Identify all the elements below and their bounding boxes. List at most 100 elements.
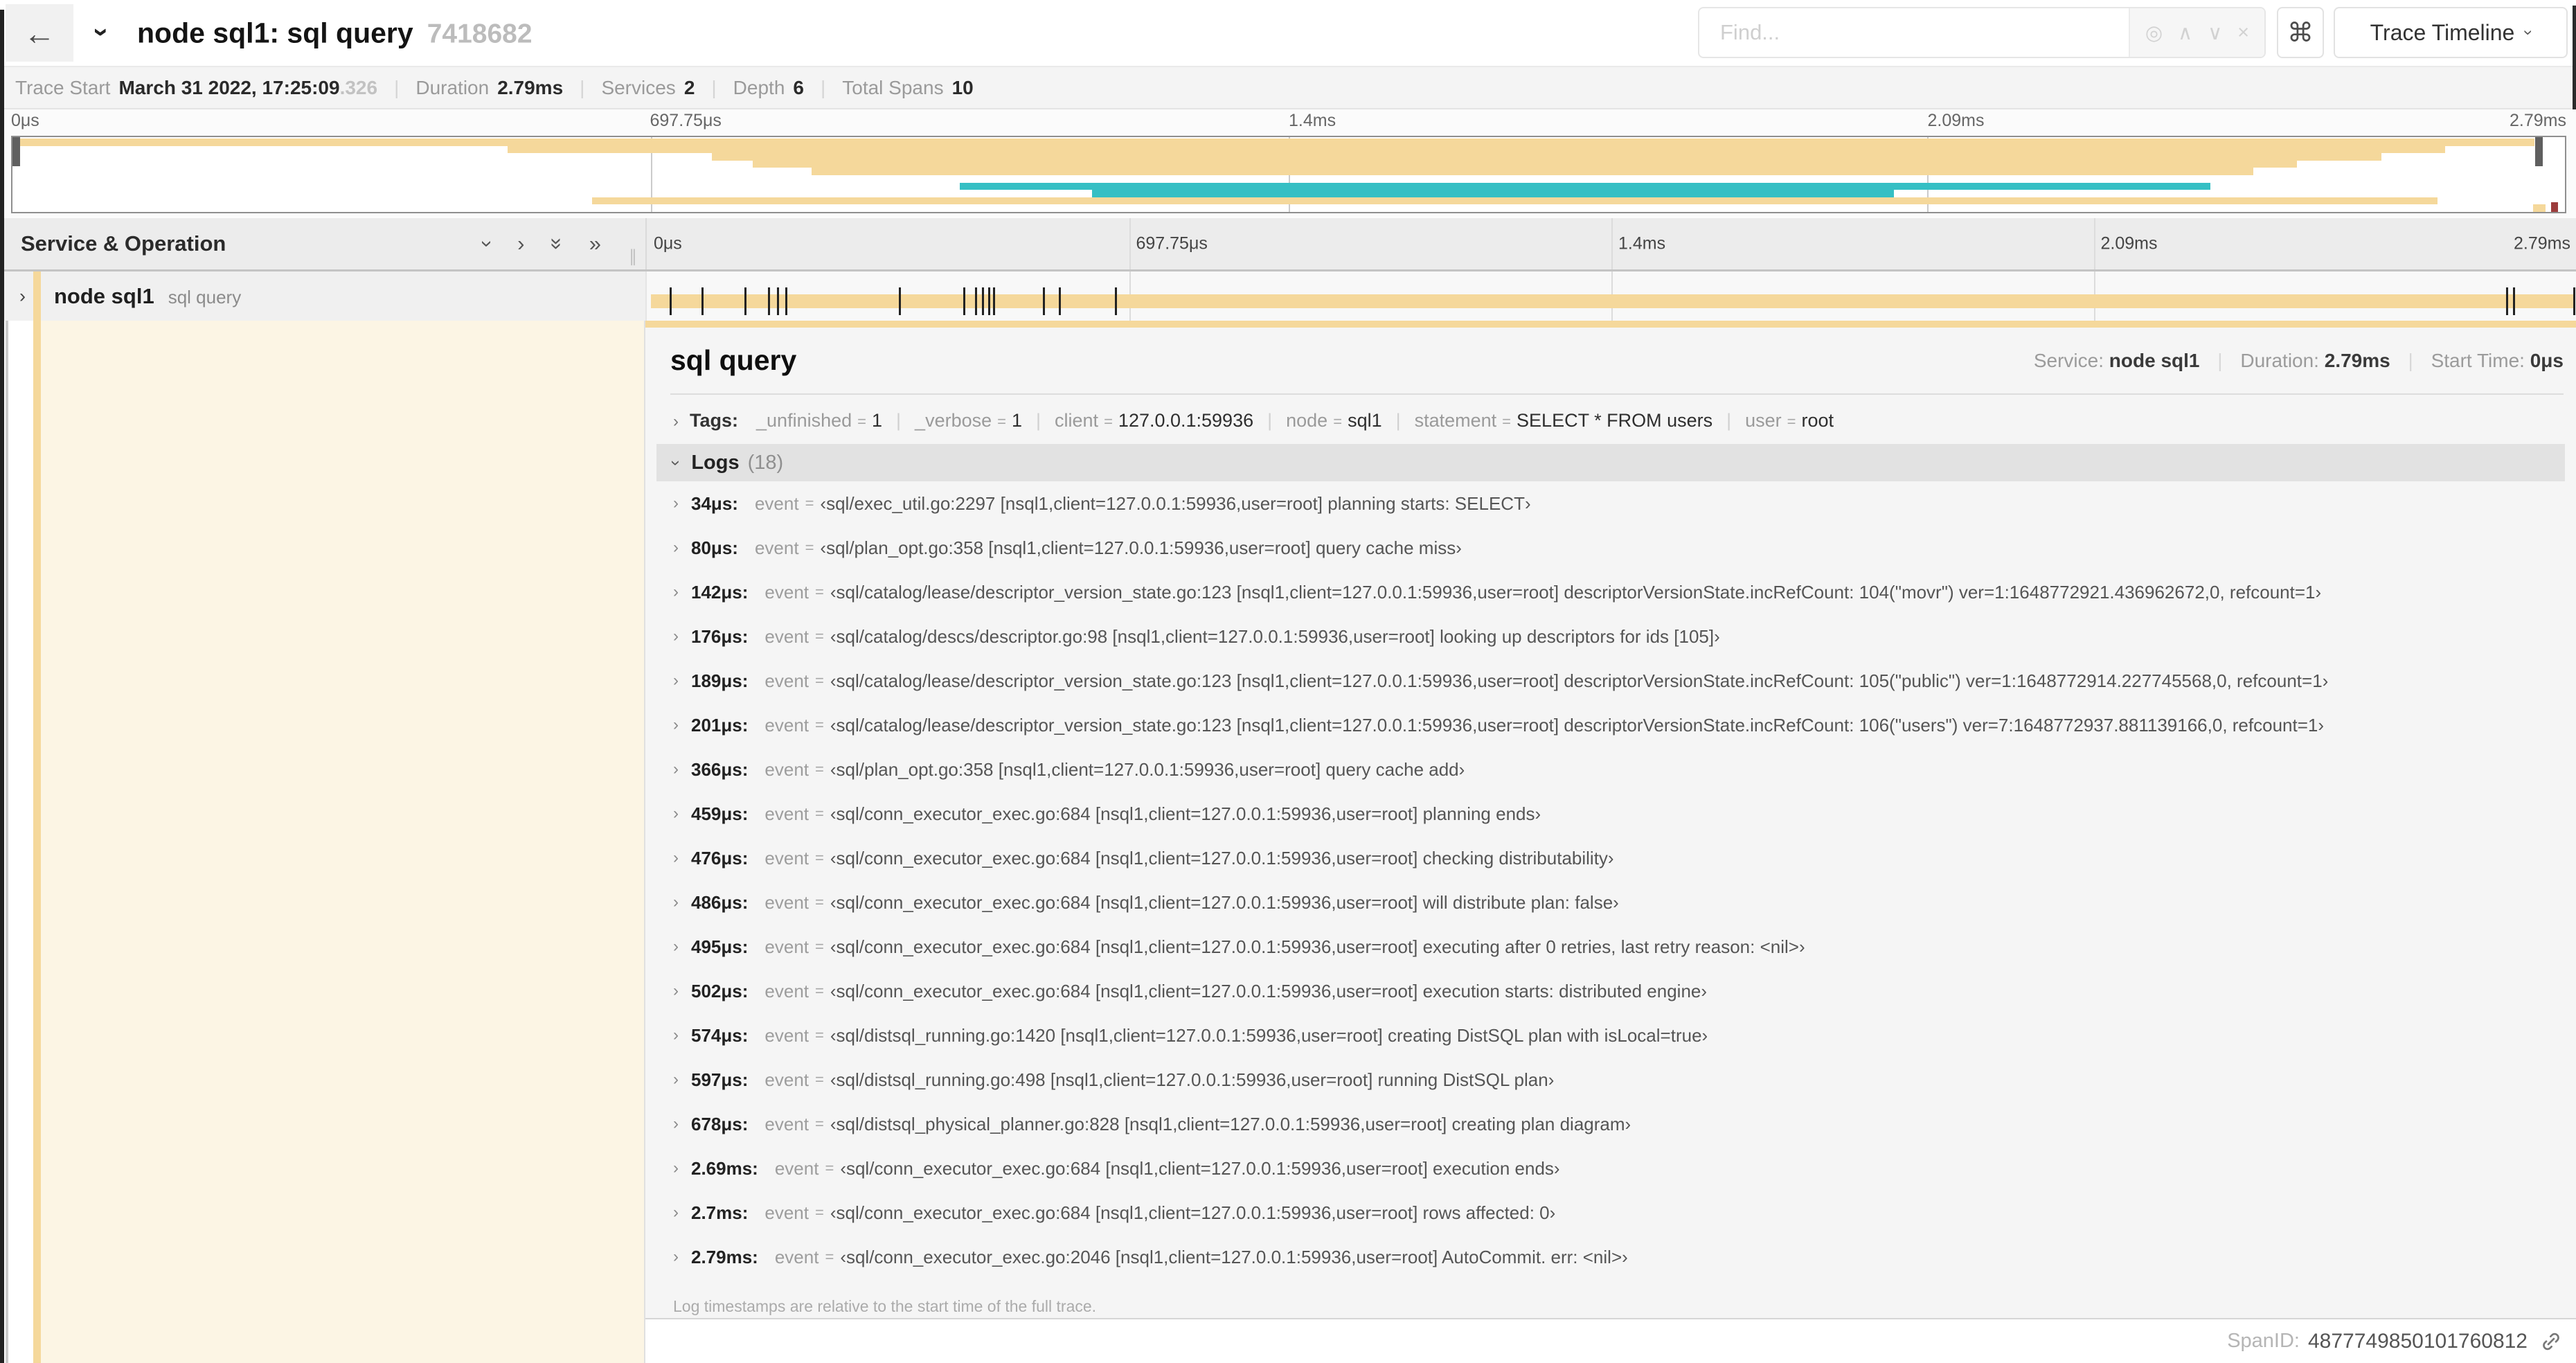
chevron-right-icon[interactable]: › [673,1026,679,1045]
log-equals: = [815,1204,824,1221]
chevron-right-icon[interactable]: › [673,494,679,513]
chevron-right-icon[interactable]: › [673,627,679,646]
log-entry-row[interactable]: › 2.7ms: event = ‹sql/conn_executor_exec.go:… [656,1191,2565,1235]
span-log-marker[interactable] [982,287,985,315]
log-entry-row[interactable]: › 189μs: event = ‹sql/catalog/lease/descript… [656,659,2565,703]
span-log-marker[interactable] [785,287,787,315]
chevron-right-icon[interactable]: › [673,715,679,735]
span-log-marker[interactable] [669,287,672,315]
log-field-key: event [764,1202,809,1223]
chevron-right-icon[interactable]: › [673,1070,679,1089]
minimap-span-bar [508,145,2445,154]
chevron-right-icon[interactable]: › [673,848,679,868]
chevron-right-icon[interactable]: › [673,981,679,1001]
logs-header[interactable]: › Logs (18) [656,444,2565,481]
log-entry-row[interactable]: › 2.69ms: event = ‹sql/conn_executor_exec.go… [656,1146,2565,1191]
focus-target-icon[interactable]: ◎ [2145,21,2163,45]
log-entry-row[interactable]: › 574μs: event = ‹sql/distsql_running.go:142… [656,1013,2565,1058]
span-log-marker[interactable] [776,287,779,315]
expand-all-icon[interactable]: » [589,231,601,256]
chevron-right-icon[interactable]: › [673,671,679,691]
log-entry-row[interactable]: › 678μs: event = ‹sql/distsql_physical_plann… [656,1102,2565,1146]
log-entry-row[interactable]: › 2.79ms: event = ‹sql/conn_executor_exec.go… [656,1235,2565,1279]
span-log-marker[interactable] [975,287,978,315]
log-entry-row[interactable]: › 486μs: event = ‹sql/conn_executor_exec.go:… [656,880,2565,925]
span-log-marker[interactable] [1043,287,1046,315]
start-time-label: Start Time: [2431,349,2525,371]
minimap-tick-labels: 0μs 697.75μs 1.4ms 2.09ms 2.79ms [11,111,2566,134]
deep-link-icon[interactable] [2540,1330,2562,1353]
expand-one-icon[interactable]: › [517,231,524,256]
log-entry-row[interactable]: › 597μs: event = ‹sql/distsql_running.go:498… [656,1058,2565,1102]
column-resizer-handle[interactable]: ∥ [629,247,637,267]
log-timestamp: 2.7ms: [691,1202,749,1223]
scrollbar-track[interactable] [6,321,8,1363]
log-entry-row[interactable]: › 142μs: event = ‹sql/catalog/lease/descript… [656,570,2565,614]
span-log-marker[interactable] [744,287,746,315]
chevron-right-icon[interactable]: › [673,582,679,602]
log-equals: = [815,760,824,778]
tags-row[interactable]: › Tags: _unfinished = 1 | _verbose = 1 | client =… [673,410,2564,431]
minimap-left-scrubber-handle[interactable] [12,137,20,166]
chevron-right-icon[interactable]: › [673,1203,679,1222]
find-prev-icon[interactable]: ∧ [2178,21,2192,45]
span-log-marker[interactable] [1059,287,1062,315]
minimap-right-scrubber-handle[interactable] [2535,137,2543,166]
timeline-tick-label: 697.75μs [1136,233,1208,253]
span-log-marker[interactable] [767,287,770,315]
chevron-right-icon[interactable]: › [673,1114,679,1134]
summary-item: Trace Start March 31 2022, 17:25:09.326 [15,77,377,99]
log-entry-row[interactable]: › 201μs: event = ‹sql/catalog/lease/descript… [656,703,2565,747]
log-entry-row[interactable]: › 80μs: event = ‹sql/plan_opt.go:358 [nsql1,… [656,526,2565,570]
minimap-canvas[interactable] [11,136,2566,213]
minimap-span-bar [711,153,2381,161]
span-log-marker[interactable] [701,287,704,315]
log-entry-row[interactable]: › 476μs: event = ‹sql/conn_executor_exec.go:… [656,836,2565,880]
span-duration-bar[interactable] [651,294,2573,308]
back-button[interactable]: ← [6,4,73,62]
keyboard-shortcuts-button[interactable]: ⌘ [2277,7,2324,58]
find-clear-icon[interactable]: × [2237,21,2249,44]
span-log-marker[interactable] [2513,287,2516,315]
log-entry-row[interactable]: › 459μs: event = ‹sql/conn_executor_exec.go:… [656,792,2565,836]
log-entry-row[interactable]: › 176μs: event = ‹sql/catalog/descs/descript… [656,614,2565,659]
summary-label: Trace Start [15,76,111,98]
expanded-row-background [41,321,644,1363]
span-bar-track[interactable] [645,271,2576,321]
span-row[interactable]: › node sql1 sql query [4,271,2576,321]
span-log-marker[interactable] [2573,287,2576,315]
log-entry-row[interactable]: › 34μs: event = ‹sql/exec_util.go:2297 [nsql… [656,481,2565,526]
span-log-marker[interactable] [988,287,991,315]
tags-label: Tags: [690,410,739,431]
span-log-marker[interactable] [1115,287,1118,315]
chevron-right-icon[interactable]: › [673,937,679,956]
trace-collapse-toggle[interactable]: › [87,17,117,48]
find-next-icon[interactable]: ∨ [2208,21,2222,45]
span-log-marker[interactable] [963,287,966,315]
span-name-column-body [4,321,645,1363]
log-field-value: ‹sql/conn_executor_exec.go:684 [nsql1,cl… [830,847,1614,868]
log-entry-row[interactable]: › 502μs: event = ‹sql/conn_executor_exec.go:… [656,969,2565,1013]
log-field-value: ‹sql/distsql_running.go:1420 [nsql1,clie… [830,1024,1708,1046]
log-entry-row[interactable]: › 366μs: event = ‹sql/plan_opt.go:358 [nsql1… [656,747,2565,792]
find-input[interactable] [1699,8,2129,57]
chevron-right-icon[interactable]: › [673,538,679,558]
service-name-text: node sql1 [54,283,154,308]
chevron-right-icon[interactable]: › [673,804,679,823]
collapse-one-icon[interactable]: › [475,240,500,247]
span-log-marker[interactable] [899,287,902,315]
span-row-name-column[interactable]: › node sql1 sql query [4,271,645,321]
chevron-right-icon[interactable]: › [673,1159,679,1178]
chevron-down-icon[interactable]: › [19,285,26,307]
spanid-value: 4877749850101760812 [2307,1329,2528,1353]
span-log-marker[interactable] [2506,287,2509,315]
chevron-right-icon[interactable]: › [673,1247,679,1267]
collapse-all-icon[interactable]: » [544,238,569,249]
log-entry-row[interactable]: › 495μs: event = ‹sql/conn_executor_exec.go:… [656,925,2565,969]
log-field-key: event [754,537,799,558]
view-selector-button[interactable]: Trace Timeline › [2334,7,2568,58]
tag-separator: | [896,410,902,431]
chevron-right-icon[interactable]: › [673,760,679,779]
span-log-marker[interactable] [993,287,996,315]
chevron-right-icon[interactable]: › [673,893,679,912]
